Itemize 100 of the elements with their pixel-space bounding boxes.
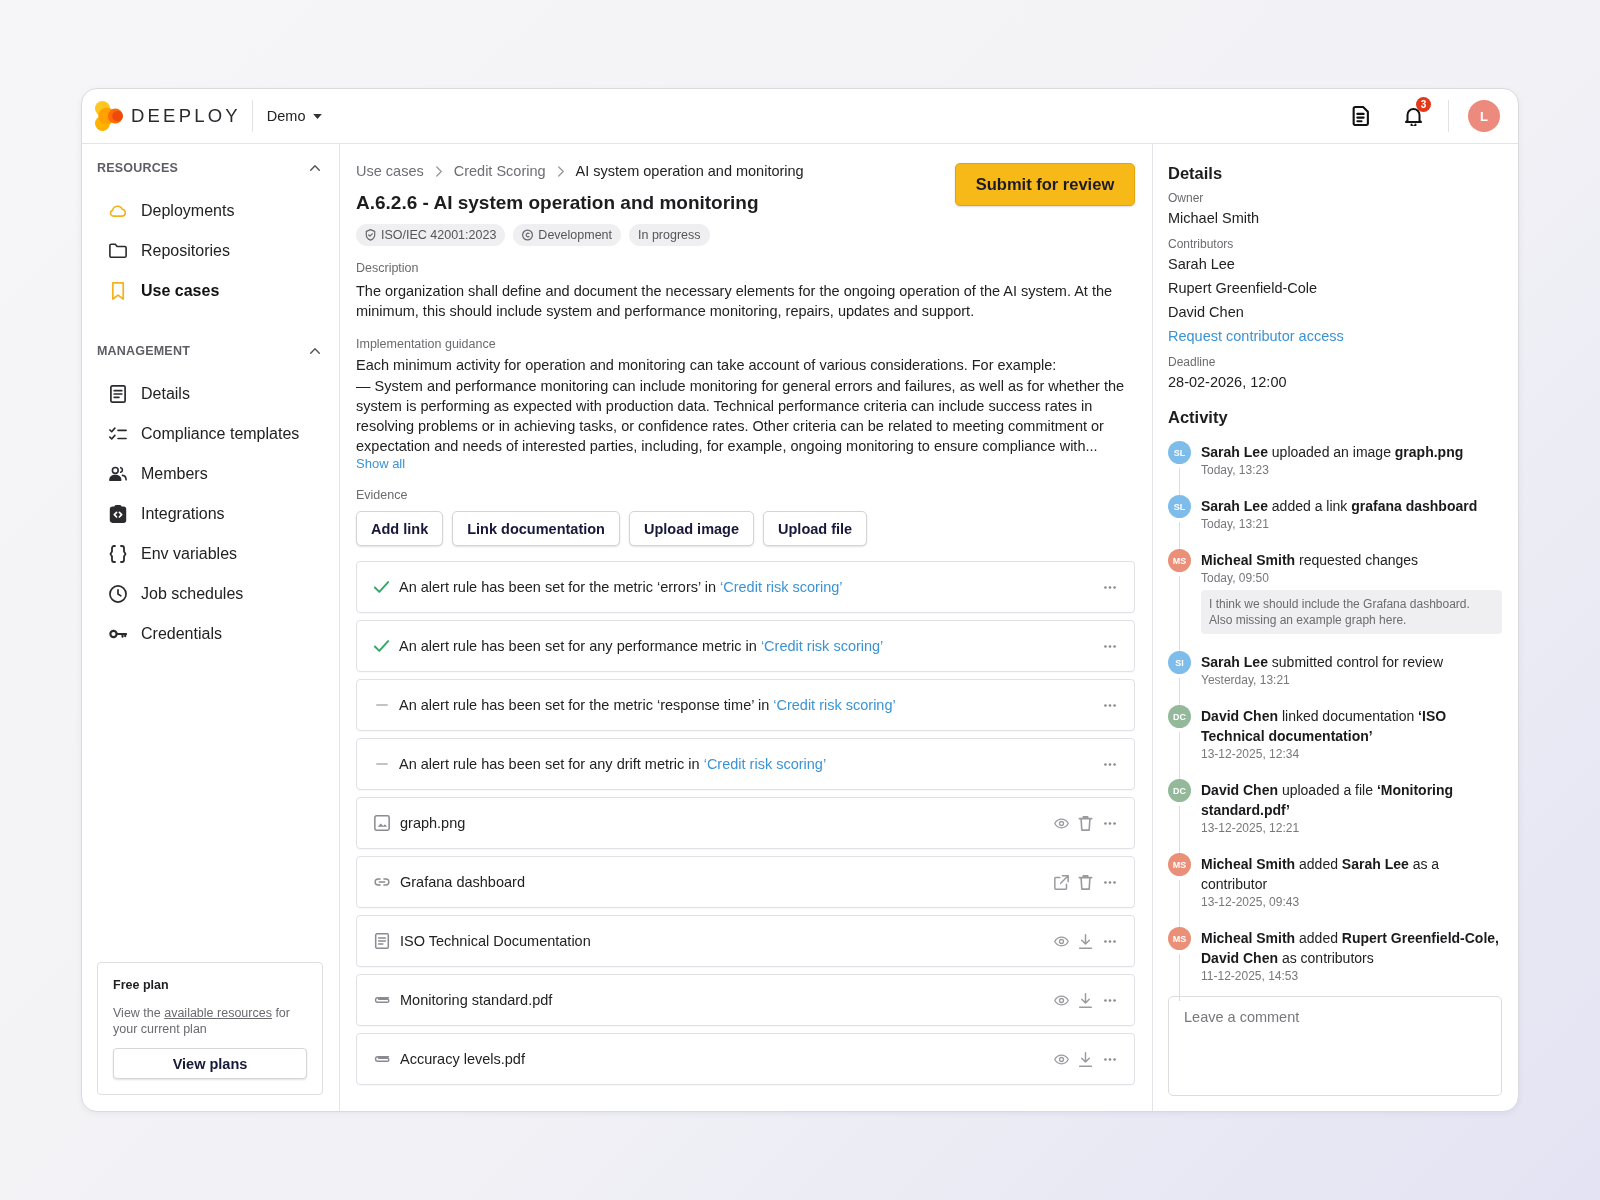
chevron-up-icon[interactable] xyxy=(310,348,320,354)
chevron-up-icon[interactable] xyxy=(310,165,320,171)
activity-time: 13-12-2025, 12:21 xyxy=(1201,820,1301,836)
breadcrumb-link[interactable]: Use cases xyxy=(356,161,424,181)
download-icon[interactable] xyxy=(1078,1051,1093,1067)
more-icon[interactable] xyxy=(1104,998,1116,1002)
nav-item[interactable]: Credentials xyxy=(97,614,323,654)
logo-icon xyxy=(95,101,125,131)
more-icon[interactable] xyxy=(1104,880,1116,884)
nav-item[interactable]: Integrations xyxy=(97,494,323,534)
nav-item[interactable]: Compliance templates xyxy=(97,414,323,454)
more-icon[interactable] xyxy=(1104,585,1116,589)
people-icon xyxy=(109,465,127,483)
trash-icon[interactable] xyxy=(1078,874,1093,890)
image-icon xyxy=(374,815,390,832)
document-icon xyxy=(109,385,127,403)
resources-link[interactable]: available resources xyxy=(164,1006,272,1020)
user-avatar: SL xyxy=(1168,441,1191,464)
field-label: Owner xyxy=(1168,190,1204,206)
activity-time: Today, 13:21 xyxy=(1201,516,1270,532)
user-avatar: SL xyxy=(1168,495,1191,518)
more-icon[interactable] xyxy=(1104,762,1116,766)
file-name[interactable]: Accuracy levels.pdf xyxy=(400,1049,525,1070)
evidence-button[interactable]: Upload file xyxy=(763,511,868,547)
owner-name: Michael Smith xyxy=(1168,209,1260,228)
activity-time: 13-12-2025, 09:43 xyxy=(1201,894,1301,910)
nav-item[interactable]: Env variables xyxy=(97,534,323,574)
comment-field[interactable]: Leave a comment xyxy=(1168,996,1502,1096)
activity-text: Micheal Smith added Rupert Greenfield-Cole, David Chen as contributors xyxy=(1201,929,1500,968)
evidence-button[interactable]: Link documentation xyxy=(452,511,620,547)
file-name[interactable]: ISO Technical Documentation xyxy=(400,931,591,952)
external-link-icon[interactable] xyxy=(1054,874,1069,890)
document-icon xyxy=(374,933,390,950)
file-name[interactable]: Grafana dashboard xyxy=(400,872,525,893)
description-text: The organization shall define and document the necessary elements for the ongoing operation of the AI system. At the minimum, this should include system and performance monitoring, repairs, updates and support. xyxy=(356,282,1114,322)
contributor-name: Sarah Lee xyxy=(1168,255,1235,274)
evidence-text: An alert rule has been set for any drift metric in ‘Credit risk scoring’ xyxy=(399,755,827,775)
user-avatar: SI xyxy=(1168,651,1191,674)
activity-time: Today, 13:23 xyxy=(1201,462,1270,478)
section-title: RESOURCES xyxy=(97,161,178,175)
user-avatar: DC xyxy=(1168,705,1191,728)
workspace-dropdown[interactable]: Demo xyxy=(266,104,323,128)
file-name[interactable]: graph.png xyxy=(400,813,466,834)
field-label: Evidence xyxy=(356,487,409,504)
field-label: Description xyxy=(356,260,420,276)
breadcrumb-link[interactable]: AI system operation and monitoring xyxy=(575,161,804,181)
shield-icon xyxy=(365,229,376,241)
download-icon[interactable] xyxy=(1078,933,1093,949)
show-all-link[interactable]: Show all xyxy=(356,456,406,473)
nav-item[interactable]: Use cases xyxy=(97,271,323,311)
document-icon[interactable] xyxy=(1352,106,1369,126)
nav-item[interactable]: Deployments xyxy=(97,191,323,231)
chevron-right-icon xyxy=(557,165,564,177)
folder-icon xyxy=(109,242,127,260)
submit-button[interactable]: Submit for review xyxy=(955,163,1135,206)
more-icon[interactable] xyxy=(1104,939,1116,943)
braces-icon xyxy=(109,545,127,563)
nav-item[interactable]: Job schedules xyxy=(97,574,323,614)
evidence-button[interactable]: Upload image xyxy=(628,511,755,547)
evidence-text: An alert rule has been set for any performance metric in ‘Credit risk scoring’ xyxy=(399,637,884,657)
logo-text: DEEPLOY xyxy=(131,105,241,127)
field-label: Contributors xyxy=(1168,236,1234,252)
user-avatar: MS xyxy=(1168,927,1191,950)
activity-text: David Chen linked documentation ‘ISO Technical documentation’ xyxy=(1201,707,1448,746)
field-label: Deadline xyxy=(1168,354,1216,370)
more-icon[interactable] xyxy=(1104,644,1116,648)
activity-text: Micheal Smith requested changes xyxy=(1201,551,1420,570)
activity-text: David Chen uploaded a file ‘Monitoring standard.pdf’ xyxy=(1201,781,1455,820)
nav-item[interactable]: Details xyxy=(97,374,323,414)
breadcrumb-link[interactable]: Credit Scoring xyxy=(453,161,546,181)
user-avatar: MS xyxy=(1168,549,1191,572)
tag-text: ISO/IEC 42001:2023 xyxy=(381,228,497,242)
caret-down-icon xyxy=(313,113,323,119)
more-icon[interactable] xyxy=(1104,821,1116,825)
nav-item[interactable]: Repositories xyxy=(97,231,323,271)
activity-text: Micheal Smith added Sarah Lee as a contributor xyxy=(1201,855,1441,894)
field-label: Implementation guidance xyxy=(356,336,497,353)
bookmark-icon xyxy=(109,282,127,300)
activity-time: Today, 09:50 xyxy=(1201,570,1270,586)
section-heading: Details xyxy=(1168,163,1223,184)
tag-text: Development xyxy=(538,228,612,242)
section-title: MANAGEMENT xyxy=(97,344,190,358)
bell-icon[interactable] xyxy=(1405,106,1422,126)
cloud-icon xyxy=(109,202,127,220)
trash-icon[interactable] xyxy=(1078,815,1093,831)
file-name[interactable]: Monitoring standard.pdf xyxy=(400,990,553,1011)
comment-bubble: I think we should include the Grafana dashboard. Also missing an example graph here. xyxy=(1201,590,1502,634)
activity-text: Sarah Lee submitted control for review xyxy=(1201,653,1444,672)
view-plans-button[interactable]: View plans xyxy=(113,1048,307,1079)
more-icon[interactable] xyxy=(1104,1057,1116,1061)
section-heading: Activity xyxy=(1168,407,1228,428)
plan-title: Free plan xyxy=(113,978,169,992)
nav-item[interactable]: Members xyxy=(97,454,323,494)
download-icon[interactable] xyxy=(1078,992,1093,1008)
notification-badge: 3 xyxy=(1416,97,1431,112)
more-icon[interactable] xyxy=(1104,703,1116,707)
user-avatar: MS xyxy=(1168,853,1191,876)
tag-text: In progress xyxy=(638,228,701,242)
evidence-button[interactable]: Add link xyxy=(356,511,444,547)
clock-icon xyxy=(109,585,127,603)
